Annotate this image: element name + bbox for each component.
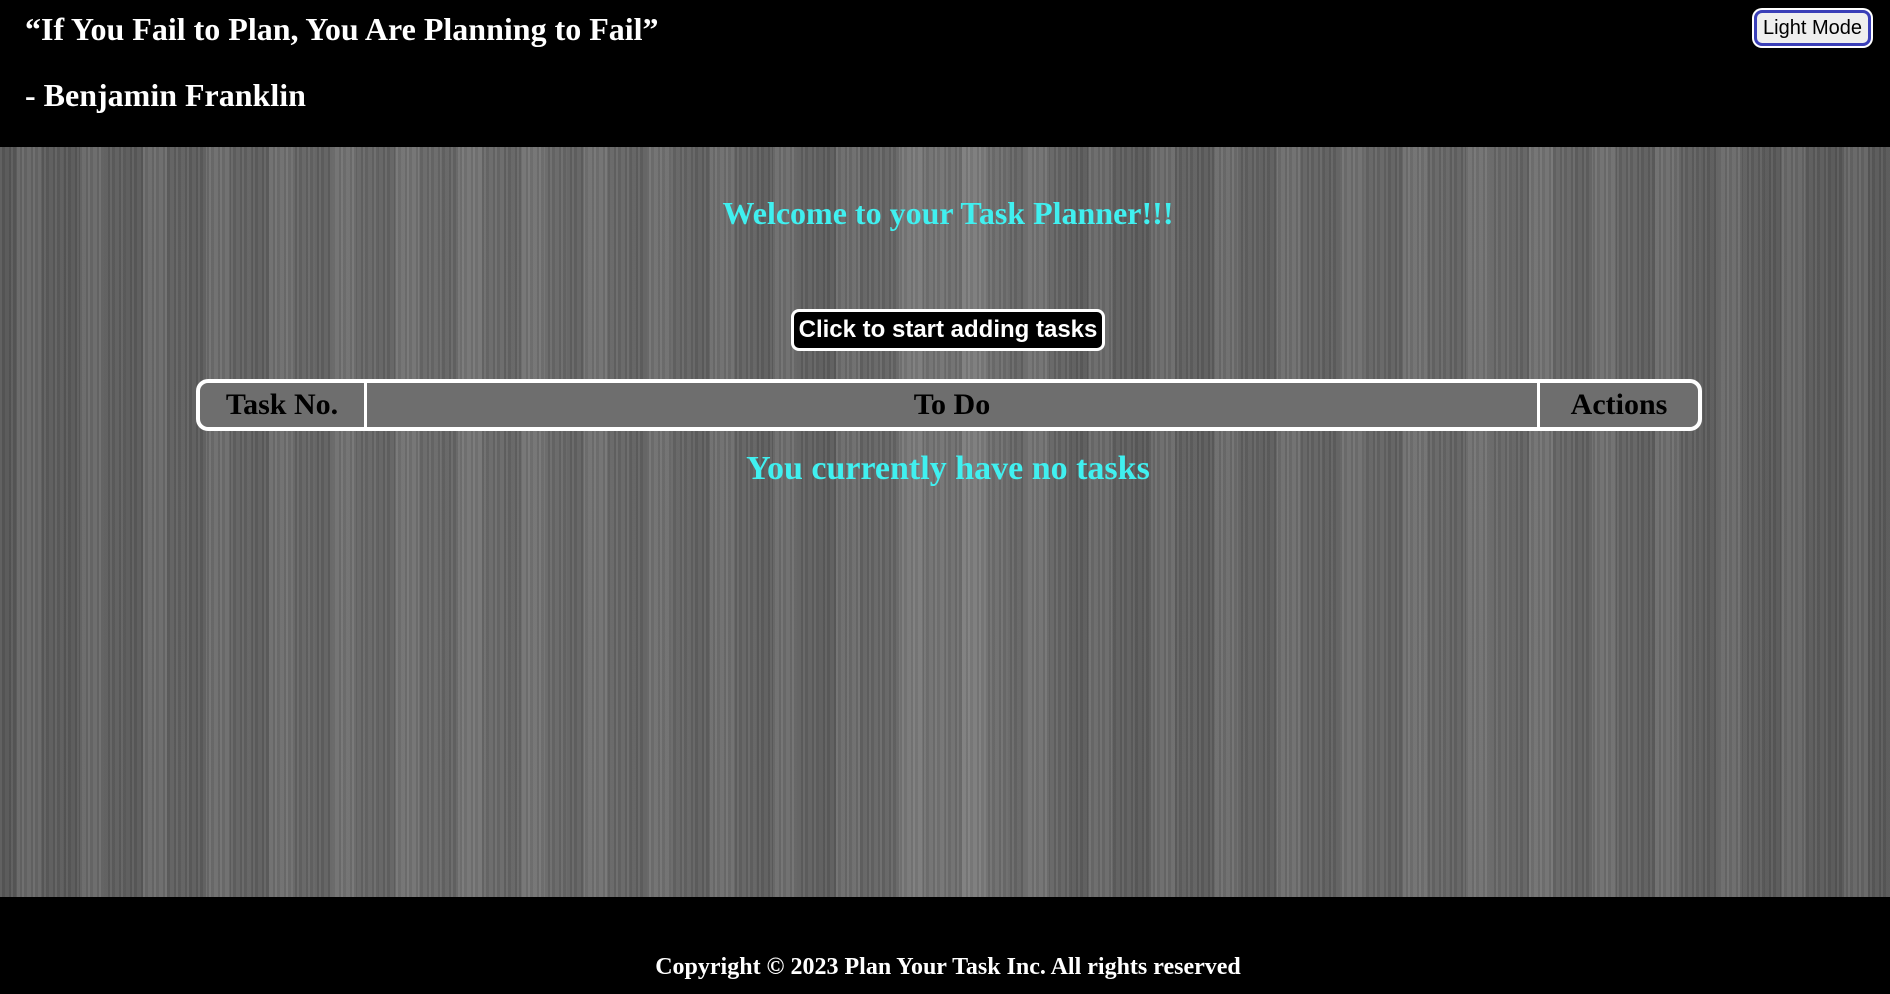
- quote-author: - Benjamin Franklin: [25, 77, 306, 113]
- column-header-to-do: To Do: [367, 383, 1540, 427]
- task-table-header: Task No. To Do Actions: [196, 379, 1702, 431]
- page-footer: Copyright © 2023 Plan Your Task Inc. All…: [0, 897, 1890, 994]
- column-header-actions: Actions: [1570, 388, 1668, 421]
- empty-tasks-message: You currently have no tasks: [746, 450, 1150, 487]
- add-tasks-button[interactable]: Click to start adding tasks: [791, 309, 1105, 351]
- welcome-heading: Welcome to your Task Planner!!!: [722, 195, 1174, 231]
- quote-text: “If You Fail to Plan, You Are Planning t…: [25, 11, 659, 47]
- copyright-text: Copyright © 2023 Plan Your Task Inc. All…: [655, 954, 1241, 980]
- main-content: Welcome to your Task Planner!!! Click to…: [0, 147, 1890, 897]
- light-mode-toggle-button[interactable]: Light Mode: [1754, 10, 1871, 46]
- page-header: “If You Fail to Plan, You Are Planning t…: [0, 0, 1890, 147]
- column-header-task-no: Task No.: [200, 383, 367, 427]
